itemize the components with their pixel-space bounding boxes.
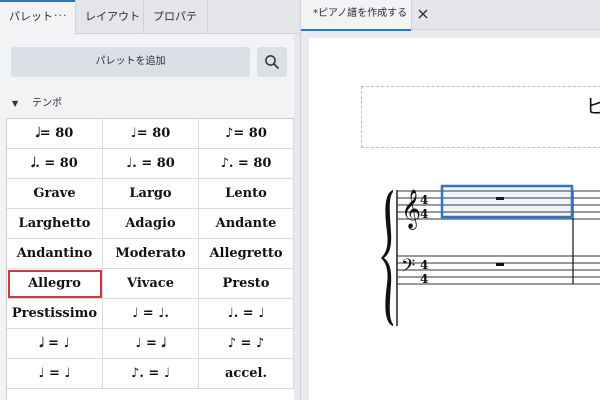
palette-cell[interactable]: ♩= 80 [103, 119, 199, 149]
palette-search-button[interactable] [257, 47, 287, 77]
palette-cell[interactable]: ♪ = ♪ [199, 329, 294, 359]
palette-cell[interactable]: Vivace [103, 269, 199, 299]
palette-cell[interactable]: Adagio [103, 209, 199, 239]
chevron-down-icon: ▼ [12, 99, 19, 108]
palette-cell[interactable]: Andante [199, 209, 294, 239]
palette-cell[interactable]: 𝅗𝅥. = 80 [7, 149, 103, 179]
palette-cell[interactable]: ♩ = ♩. [103, 299, 199, 329]
palette-cell[interactable]: Andantino [7, 239, 103, 269]
whole-rest-bass [496, 263, 504, 266]
palette-cell[interactable]: ♩ = 𝅗𝅥 [103, 329, 199, 359]
svg-text:4: 4 [420, 272, 428, 286]
measure-selection [440, 184, 574, 219]
palette-cell[interactable]: ♩. = ♩ [199, 299, 294, 329]
palette-cell[interactable]: Largo [103, 179, 199, 209]
search-icon [265, 55, 279, 69]
score-view: *ピアノ譜を作成する ピア [300, 0, 600, 400]
tempo-palette-grid: 𝅗𝅥= 80 ♩= 80 ♪= 80 𝅗𝅥. = 80 ♩. = 80 ♪. = 80 Gr… [6, 118, 295, 400]
palette-cell[interactable]: ♩ = ♩ [7, 359, 103, 389]
palette-cell[interactable]: accel. [199, 359, 294, 389]
palette-cell[interactable]: ♪. = ♩ [103, 359, 199, 389]
palette-cell[interactable]: Prestissimo [7, 299, 103, 329]
tab-properties[interactable]: プロパティ [144, 0, 208, 57]
tab-palette-label: パレット [9, 10, 53, 23]
time-signature-treble: 4 4 [420, 193, 428, 221]
document-tab-label: *ピアノ譜を作成する [313, 8, 408, 19]
panel-tab-bar: パレット ··· レイアウト プロパティ [0, 0, 300, 57]
svg-text:4: 4 [420, 258, 428, 272]
palette-cell[interactable]: ♪= 80 [199, 119, 294, 149]
palette-cell[interactable]: Allegretto [199, 239, 294, 269]
time-signature-bass: 4 4 [420, 258, 428, 286]
palette-cell[interactable]: ♪. = 80 [199, 149, 294, 179]
palette-cell[interactable]: Moderato [103, 239, 199, 269]
add-palette-button[interactable]: パレットを追加 [11, 47, 250, 77]
close-icon[interactable] [417, 8, 429, 20]
palette-cell[interactable]: Allegro [7, 269, 103, 299]
palette-cell[interactable]: Larghetto [7, 209, 103, 239]
bass-clef-icon: 𝄢 [401, 256, 415, 281]
document-tab-bar: *ピアノ譜を作成する [301, 0, 600, 31]
piano-staff-system[interactable]: 𝄞 𝄢 4 4 4 4 [309, 38, 600, 400]
tab-layout-label: レイアウト [85, 10, 140, 23]
palette-panel: パレット ··· レイアウト プロパティ パレットを追加 ▼ テンポ 𝅗𝅥= 80… [0, 0, 300, 400]
brace-icon [381, 190, 393, 326]
palette-cell[interactable]: Grave [7, 179, 103, 209]
tempo-section-label: テンポ [32, 98, 62, 109]
tab-layout[interactable]: レイアウト [76, 0, 144, 34]
palette-cell[interactable]: Lento [199, 179, 294, 209]
document-tab[interactable]: *ピアノ譜を作成する [301, 0, 412, 31]
palette-cell[interactable]: 𝅗𝅥= 80 [7, 119, 103, 149]
score-page[interactable]: ピア [309, 38, 600, 400]
add-palette-label: パレットを追加 [95, 56, 166, 67]
palette-cell[interactable]: ♩. = 80 [103, 149, 199, 179]
palette-cell[interactable]: 𝅗𝅥 = ♩ [7, 329, 103, 359]
palette-cell[interactable]: Presto [199, 269, 294, 299]
tempo-section-header[interactable]: ▼ テンポ [12, 94, 62, 110]
svg-text:4: 4 [420, 207, 428, 221]
svg-text:4: 4 [420, 193, 428, 207]
treble-clef-icon: 𝄞 [401, 189, 421, 230]
tab-more-icon[interactable]: ··· [54, 0, 68, 34]
